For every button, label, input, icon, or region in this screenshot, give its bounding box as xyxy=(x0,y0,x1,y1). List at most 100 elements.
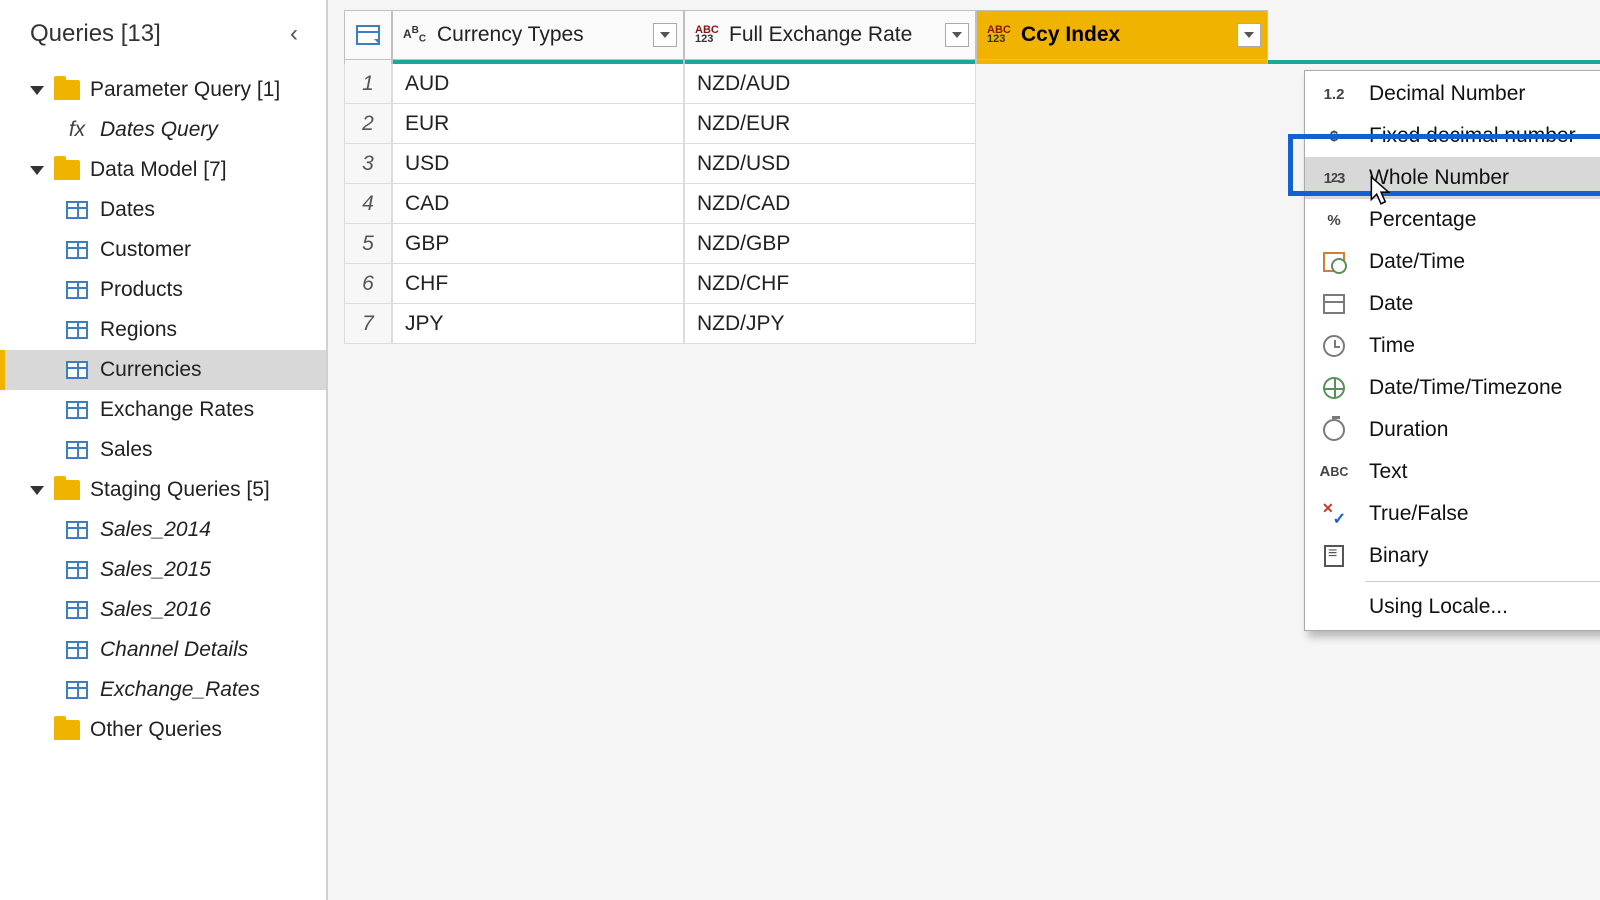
group-staging-queries[interactable]: Staging Queries [5] xyxy=(0,470,326,510)
column-header-currency-types[interactable]: ABC Currency Types xyxy=(392,10,684,60)
cell[interactable]: EUR xyxy=(392,104,684,144)
folder-icon xyxy=(54,160,80,180)
cell[interactable]: NZD/JPY xyxy=(684,304,976,344)
cell[interactable]: NZD/EUR xyxy=(684,104,976,144)
query-label: Products xyxy=(100,278,183,302)
query-currencies[interactable]: Currencies xyxy=(0,350,326,390)
menu-label: Date xyxy=(1369,292,1413,316)
boolean-icon xyxy=(1319,501,1349,527)
menu-item-whole-number[interactable]: 123 Whole Number xyxy=(1305,157,1600,199)
menu-item-true-false[interactable]: True/False xyxy=(1305,493,1600,535)
table-icon xyxy=(66,361,88,379)
query-label: Exchange_Rates xyxy=(100,678,260,702)
timezone-icon xyxy=(1319,375,1349,401)
cell[interactable]: GBP xyxy=(392,224,684,264)
menu-label: Binary xyxy=(1369,544,1429,568)
collapse-sidebar-button[interactable]: ‹ xyxy=(282,16,306,52)
cell[interactable]: CHF xyxy=(392,264,684,304)
query-sales-2015[interactable]: Sales_2015 xyxy=(0,550,326,590)
type-any-icon[interactable]: ABC123 xyxy=(987,26,1015,45)
queries-sidebar: Queries [13] ‹ Parameter Query [1] fx Da… xyxy=(0,0,328,900)
type-text-icon[interactable]: ABC xyxy=(403,26,431,44)
binary-icon xyxy=(1319,543,1349,569)
filter-dropdown-button[interactable] xyxy=(1237,23,1261,47)
type-any-icon[interactable]: ABC123 xyxy=(695,26,723,45)
group-other-queries[interactable]: Other Queries xyxy=(0,710,326,750)
folder-icon xyxy=(54,480,80,500)
menu-label: Decimal Number xyxy=(1369,82,1525,106)
table-icon xyxy=(66,681,88,699)
group-label: Staging Queries [5] xyxy=(90,478,270,502)
menu-item-datetime[interactable]: Date/Time xyxy=(1305,241,1600,283)
filter-dropdown-button[interactable] xyxy=(945,23,969,47)
cell[interactable]: AUD xyxy=(392,64,684,104)
query-sales-2016[interactable]: Sales_2016 xyxy=(0,590,326,630)
menu-item-date[interactable]: Date xyxy=(1305,283,1600,325)
cell[interactable]: NZD/CAD xyxy=(684,184,976,224)
main-area: ABC Currency Types ABC123 Full Exchange … xyxy=(328,0,1600,900)
query-label: Sales_2014 xyxy=(100,518,211,542)
cell[interactable]: NZD/AUD xyxy=(684,64,976,104)
cell[interactable]: CAD xyxy=(392,184,684,224)
select-all-cell[interactable] xyxy=(344,10,392,60)
column-header-ccy-index[interactable]: ABC123 Ccy Index xyxy=(976,10,1268,60)
query-label: Customer xyxy=(100,238,191,262)
menu-item-time[interactable]: Time xyxy=(1305,325,1600,367)
query-exchange-rates[interactable]: Exchange Rates xyxy=(0,390,326,430)
row-number[interactable]: 5 xyxy=(344,224,392,264)
query-dates-query[interactable]: fx Dates Query xyxy=(0,110,326,150)
menu-separator xyxy=(1365,581,1600,582)
blank-icon xyxy=(1319,594,1349,620)
cell[interactable]: JPY xyxy=(392,304,684,344)
menu-label: Date/Time/Timezone xyxy=(1369,376,1562,400)
query-customer[interactable]: Customer xyxy=(0,230,326,270)
menu-item-text[interactable]: ABC Text xyxy=(1305,451,1600,493)
menu-item-using-locale[interactable]: Using Locale... xyxy=(1305,586,1600,628)
table-icon xyxy=(66,521,88,539)
query-sales[interactable]: Sales xyxy=(0,430,326,470)
cell[interactable]: USD xyxy=(392,144,684,184)
query-regions[interactable]: Regions xyxy=(0,310,326,350)
query-dates[interactable]: Dates xyxy=(0,190,326,230)
row-number[interactable]: 1 xyxy=(344,64,392,104)
filter-dropdown-button[interactable] xyxy=(653,23,677,47)
data-type-menu: 1.2 Decimal Number $ Fixed decimal numbe… xyxy=(1304,70,1600,631)
menu-item-binary[interactable]: Binary xyxy=(1305,535,1600,577)
query-label: Dates Query xyxy=(100,118,218,142)
query-label: Sales_2015 xyxy=(100,558,211,582)
group-data-model[interactable]: Data Model [7] xyxy=(0,150,326,190)
group-label: Other Queries xyxy=(90,718,222,742)
cell[interactable]: NZD/USD xyxy=(684,144,976,184)
column-header-full-exchange-rate[interactable]: ABC123 Full Exchange Rate xyxy=(684,10,976,60)
row-number[interactable]: 7 xyxy=(344,304,392,344)
currency-icon: $ xyxy=(1319,123,1349,149)
query-exchange-rates-staging[interactable]: Exchange_Rates xyxy=(0,670,326,710)
table-icon xyxy=(66,241,88,259)
chevron-down-icon xyxy=(1244,32,1254,38)
query-channel-details[interactable]: Channel Details xyxy=(0,630,326,670)
caret-down-icon xyxy=(30,486,44,495)
menu-item-fixed-decimal[interactable]: $ Fixed decimal number xyxy=(1305,115,1600,157)
row-number[interactable]: 6 xyxy=(344,264,392,304)
menu-item-percentage[interactable]: % Percentage xyxy=(1305,199,1600,241)
menu-item-decimal-number[interactable]: 1.2 Decimal Number xyxy=(1305,73,1600,115)
datetime-icon xyxy=(1319,249,1349,275)
row-number[interactable]: 2 xyxy=(344,104,392,144)
query-products[interactable]: Products xyxy=(0,270,326,310)
group-parameter-query[interactable]: Parameter Query [1] xyxy=(0,70,326,110)
folder-icon xyxy=(54,80,80,100)
percentage-icon: % xyxy=(1319,207,1349,233)
table-icon xyxy=(66,401,88,419)
column-name: Full Exchange Rate xyxy=(723,23,965,47)
cell[interactable]: NZD/CHF xyxy=(684,264,976,304)
row-number[interactable]: 4 xyxy=(344,184,392,224)
caret-down-icon xyxy=(30,166,44,175)
menu-item-duration[interactable]: Duration xyxy=(1305,409,1600,451)
menu-item-datetime-timezone[interactable]: Date/Time/Timezone xyxy=(1305,367,1600,409)
query-sales-2014[interactable]: Sales_2014 xyxy=(0,510,326,550)
column-name: Ccy Index xyxy=(1015,23,1257,47)
row-number[interactable]: 3 xyxy=(344,144,392,184)
menu-label: Date/Time xyxy=(1369,250,1465,274)
cell[interactable]: NZD/GBP xyxy=(684,224,976,264)
table-icon xyxy=(66,641,88,659)
